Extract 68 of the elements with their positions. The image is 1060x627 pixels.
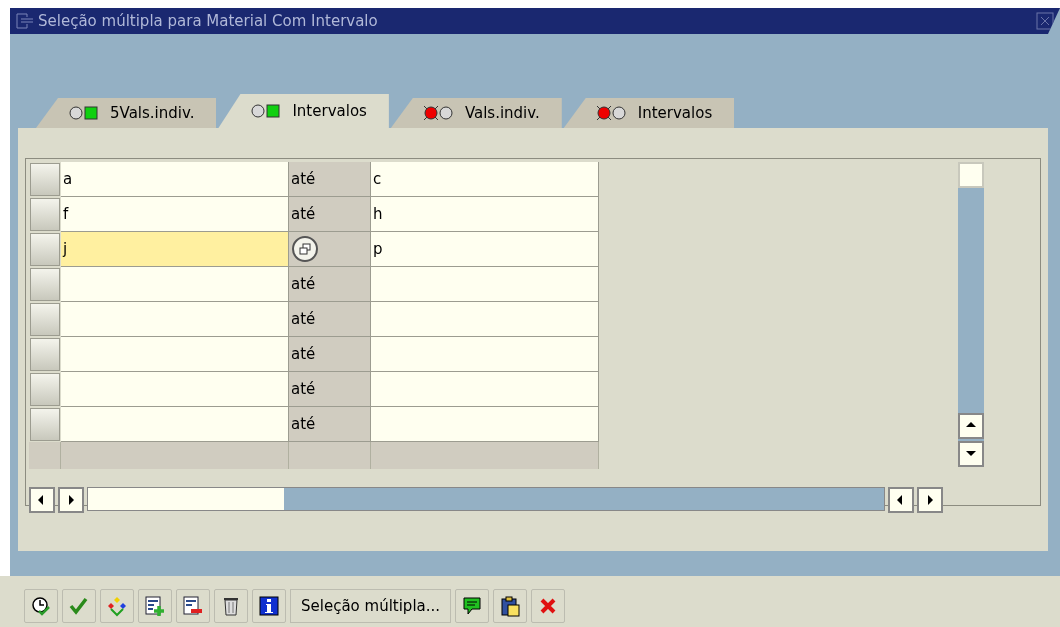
tab[interactable]: Vals.indiv. bbox=[390, 98, 562, 128]
speech-bubble-button[interactable] bbox=[455, 589, 490, 623]
scroll-right-button[interactable] bbox=[58, 487, 84, 513]
scroll-left-button[interactable] bbox=[888, 487, 914, 513]
delete-rows-icon bbox=[182, 595, 204, 617]
table-cell[interactable] bbox=[371, 337, 599, 372]
scroll-down-button[interactable] bbox=[958, 441, 984, 467]
clock-check-icon bbox=[30, 595, 52, 617]
table-cell[interactable]: p bbox=[371, 232, 599, 267]
window-icon bbox=[16, 13, 34, 29]
scroll-up-button[interactable] bbox=[958, 413, 984, 439]
table-cell[interactable]: c bbox=[371, 162, 599, 197]
row-selector[interactable] bbox=[30, 408, 60, 441]
table-cell: até bbox=[289, 407, 371, 442]
table-cell: até bbox=[289, 267, 371, 302]
table-cell: até bbox=[289, 337, 371, 372]
row-selector[interactable] bbox=[30, 163, 60, 196]
scroll-thumb[interactable] bbox=[958, 162, 984, 188]
add-rows-icon bbox=[144, 595, 166, 617]
tab[interactable]: Intervalos bbox=[218, 94, 389, 128]
clipboard-button[interactable] bbox=[493, 589, 528, 623]
table-cell: até bbox=[289, 372, 371, 407]
horizontal-scrollbar[interactable] bbox=[87, 487, 885, 511]
table-cell[interactable]: a bbox=[61, 162, 289, 197]
info-button[interactable] bbox=[252, 589, 286, 623]
table-cell: até bbox=[289, 197, 371, 232]
table-cell[interactable] bbox=[371, 267, 599, 302]
table-cell[interactable] bbox=[371, 372, 599, 407]
table-cell bbox=[29, 442, 61, 469]
option-icon[interactable] bbox=[291, 235, 319, 263]
diamonds-icon bbox=[106, 595, 128, 617]
table-cell[interactable] bbox=[371, 407, 599, 442]
checkmark-icon bbox=[68, 595, 90, 617]
info-icon bbox=[258, 595, 280, 617]
multiple-selection-button[interactable]: Seleção múltipla... bbox=[290, 589, 452, 623]
window-title: Seleção múltipla para Material Com Intervalo bbox=[38, 12, 379, 30]
row-selector[interactable] bbox=[30, 338, 60, 371]
scroll-left-button[interactable] bbox=[29, 487, 55, 513]
row-selector[interactable] bbox=[30, 198, 60, 231]
row-selector[interactable] bbox=[30, 233, 60, 266]
delete-rows-button[interactable] bbox=[176, 589, 210, 623]
table-cell[interactable] bbox=[61, 267, 289, 302]
table-cell[interactable] bbox=[61, 337, 289, 372]
row-selector[interactable] bbox=[30, 268, 60, 301]
scroll-thumb[interactable] bbox=[88, 488, 284, 510]
table-cell[interactable] bbox=[371, 302, 599, 337]
table-cell[interactable] bbox=[61, 302, 289, 337]
table-cell[interactable] bbox=[61, 407, 289, 442]
table-cell: até bbox=[289, 162, 371, 197]
tab[interactable]: 5Vals.indiv. bbox=[36, 98, 217, 128]
vertical-scrollbar[interactable] bbox=[958, 162, 984, 467]
table-cell: até bbox=[289, 302, 371, 337]
table-cell[interactable]: j bbox=[61, 232, 289, 267]
table-cell[interactable] bbox=[61, 372, 289, 407]
close-icon[interactable] bbox=[1036, 12, 1054, 30]
table-cell[interactable]: h bbox=[371, 197, 599, 232]
trash-button[interactable] bbox=[214, 589, 248, 623]
speech-bubble-icon bbox=[461, 595, 484, 617]
row-selector[interactable] bbox=[30, 303, 60, 336]
add-rows-button[interactable] bbox=[138, 589, 172, 623]
clock-check-button[interactable] bbox=[24, 589, 58, 623]
tab[interactable]: Intervalos bbox=[563, 98, 735, 128]
scroll-right-button[interactable] bbox=[917, 487, 943, 513]
clipboard-icon bbox=[499, 595, 522, 617]
checkmark-button[interactable] bbox=[62, 589, 96, 623]
row-selector[interactable] bbox=[30, 373, 60, 406]
close-button[interactable] bbox=[531, 589, 566, 623]
table-cell[interactable]: f bbox=[61, 197, 289, 232]
